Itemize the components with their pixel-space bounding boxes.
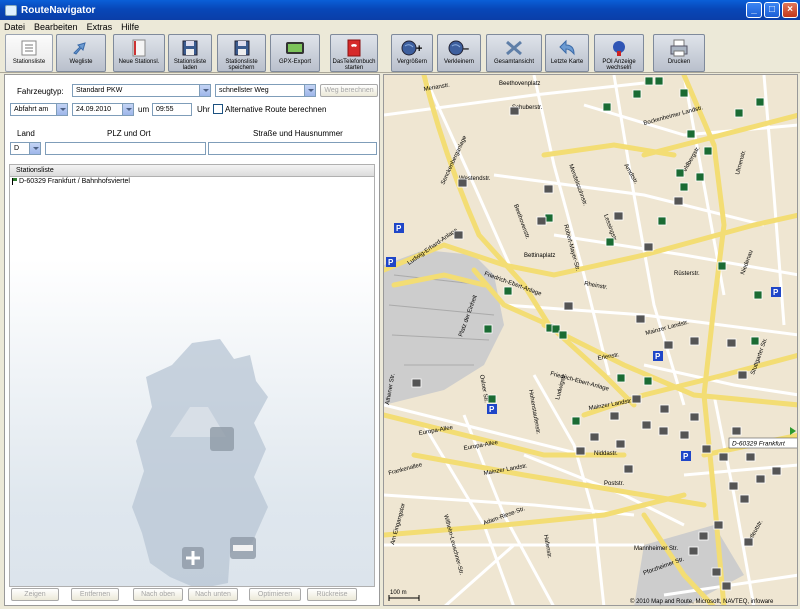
gps-device-icon <box>284 38 306 58</box>
chevron-down-icon <box>122 104 133 115</box>
svg-text:P: P <box>773 288 779 297</box>
vehicle-type-label: Fahrzeugtyp: <box>17 87 64 96</box>
chevron-down-icon <box>29 143 40 154</box>
flag-icon <box>12 178 17 185</box>
svg-text:P: P <box>683 452 689 461</box>
load-disk-icon <box>179 38 201 58</box>
svg-text:Bettinaplatz: Bettinaplatz <box>524 253 555 259</box>
wegliste-button[interactable]: Wegliste <box>56 34 106 72</box>
zeigen-button[interactable]: Zeigen <box>11 588 59 601</box>
entfernen-button[interactable]: Entfernen <box>71 588 119 601</box>
stationsliste-speichern-button[interactable]: Stationsliste speichern <box>217 34 266 72</box>
phonebook-icon <box>343 38 365 58</box>
zoom-out-globe-icon: – <box>448 38 470 58</box>
menu-datei[interactable]: Datei <box>4 22 25 32</box>
back-arrow-icon <box>556 38 578 58</box>
printer-icon <box>668 38 690 58</box>
alt-route-label: Alternative Route berechnen <box>225 105 327 114</box>
svg-text:–: – <box>463 43 469 55</box>
poi-icon <box>608 38 630 58</box>
gesamtansicht-button[interactable]: Gesamtansicht <box>486 34 542 72</box>
menu-extras[interactable]: Extras <box>87 22 113 32</box>
alt-route-checkbox[interactable] <box>213 104 223 114</box>
list-item[interactable]: D-60329 Frankfurt / Bahnhofsviertel <box>10 177 374 186</box>
maximize-button[interactable]: □ <box>764 2 780 18</box>
stationsliste-button[interactable]: Stationsliste <box>5 34 53 72</box>
calc-route-button[interactable]: Weg berechnen <box>320 84 378 97</box>
svg-text:P: P <box>489 405 495 414</box>
station-actions-bar: Zeigen Entfernen Nach oben Nach unten Op… <box>5 583 379 605</box>
minimize-button[interactable]: _ <box>746 2 762 18</box>
neue-stationsliste-button[interactable]: Neue Stationsl. <box>113 34 165 72</box>
germany-map-illustration <box>132 339 268 586</box>
time-input[interactable]: 09:55 <box>152 103 192 116</box>
map-copyright: © 2010 Map and Route, Microsoft, NAVTEQ,… <box>630 598 774 605</box>
chevron-down-icon <box>304 85 315 96</box>
drucken-button[interactable]: Drucken <box>653 34 705 72</box>
gpx-export-button[interactable]: GPX-Export <box>270 34 320 72</box>
date-picker[interactable]: 24.09.2010 <box>72 103 134 116</box>
stationsliste-header: Stationsliste <box>9 164 375 177</box>
street-map[interactable]: Merianstr. Beethovenplatz Schuberstr. Bo… <box>384 75 798 606</box>
svg-text:P: P <box>655 352 661 361</box>
window-title: RouteNavigator <box>21 4 96 16</box>
location-label: D-60329 Frankfurt <box>732 441 786 448</box>
um-label: um <box>138 105 150 114</box>
vehicle-type-select[interactable]: Standard PKW <box>72 84 211 97</box>
menu-hilfe[interactable]: Hilfe <box>121 22 139 32</box>
nach-unten-button[interactable]: Nach unten <box>188 588 238 601</box>
menu-bar: Datei Bearbeiten Extras Hilfe <box>0 20 800 33</box>
poi-anzeige-button[interactable]: POI Anzeige wechseln <box>594 34 644 72</box>
map-view[interactable]: Merianstr. Beethovenplatz Schuberstr. Bo… <box>383 74 798 606</box>
svg-text:100 m: 100 m <box>390 590 407 596</box>
route-type-select[interactable]: schnellster Weg <box>215 84 316 97</box>
toolbar: Stationsliste Wegliste Neue Stationsl. S… <box>0 33 800 73</box>
list-icon <box>18 38 40 58</box>
new-list-icon <box>128 38 150 58</box>
departure-mode-select[interactable]: Abfahrt am <box>10 103 68 116</box>
svg-text:+: + <box>416 43 422 55</box>
country-select[interactable]: D <box>10 142 41 155</box>
route-input-panel: Fahrzeugtyp: Standard PKW schnellster We… <box>4 74 380 606</box>
rueckreise-button[interactable]: Rückreise <box>307 588 357 601</box>
stationsliste-list: D-60329 Frankfurt / Bahnhofsviertel <box>9 177 375 587</box>
svg-text:Beethovenplatz: Beethovenplatz <box>499 81 540 87</box>
stationsliste-laden-button[interactable]: Stationsliste laden <box>168 34 212 72</box>
svg-text:Rüsterstr.: Rüsterstr. <box>674 271 700 277</box>
menu-bearbeiten[interactable]: Bearbeiten <box>34 22 78 32</box>
nach-oben-button[interactable]: Nach oben <box>133 588 183 601</box>
overview-icon <box>503 38 525 58</box>
svg-text:Niddastr.: Niddastr. <box>594 451 618 457</box>
chevron-down-icon <box>56 104 67 115</box>
svg-text:P: P <box>388 258 394 267</box>
svg-text:Poststr.: Poststr. <box>604 481 624 487</box>
svg-text:Mannheimer Str.: Mannheimer Str. <box>634 546 678 552</box>
title-bar: RouteNavigator _ □ × <box>0 0 800 20</box>
letzte-karte-button[interactable]: Letzte Karte <box>545 34 589 72</box>
route-arrows-icon <box>70 38 92 58</box>
plz-ort-input[interactable] <box>45 142 206 155</box>
svg-text:P: P <box>396 224 402 233</box>
app-icon <box>5 4 17 16</box>
close-button[interactable]: × <box>782 2 798 18</box>
optimieren-button[interactable]: Optimieren <box>249 588 301 601</box>
zoom-in-globe-icon: + <box>401 38 423 58</box>
plz-ort-label: PLZ und Ort <box>107 129 151 138</box>
chevron-down-icon <box>199 85 210 96</box>
uhr-label: Uhr <box>197 105 210 114</box>
telefonbuch-button[interactable]: DasTelefonbuch starten <box>330 34 378 72</box>
verkleinern-button[interactable]: – Verkleinern <box>437 34 481 72</box>
street-label: Straße und Hausnummer <box>253 129 343 138</box>
land-label: Land <box>17 129 35 138</box>
vergroessern-button[interactable]: + Vergrößern <box>391 34 433 72</box>
save-disk-icon <box>231 38 253 58</box>
street-input[interactable] <box>208 142 377 155</box>
